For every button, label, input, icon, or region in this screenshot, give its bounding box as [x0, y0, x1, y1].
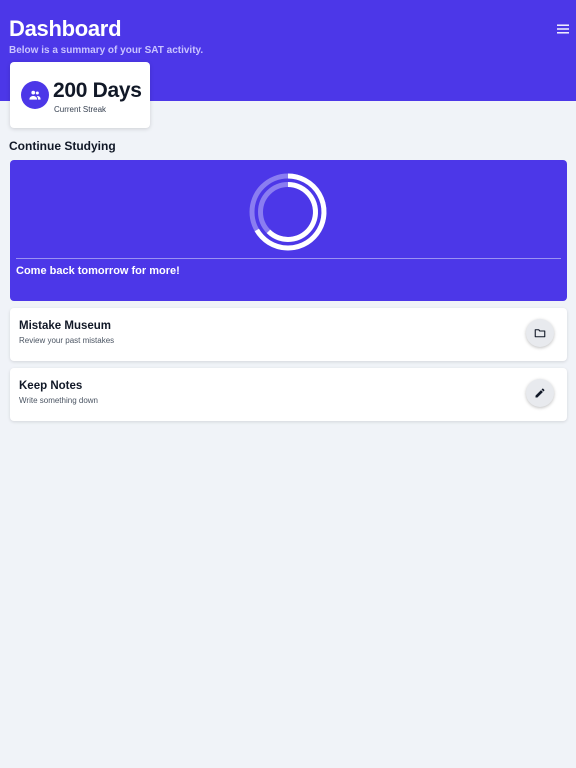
folder-icon [534, 329, 546, 338]
page-subtitle: Below is a summary of your SAT activity. [9, 45, 204, 56]
card-description: Write something down [19, 396, 98, 405]
menu-button[interactable] [555, 22, 571, 36]
progress-ring-icon [249, 173, 327, 251]
streak-label: Current Streak [54, 105, 107, 114]
users-icon [29, 90, 41, 100]
card-title: Mistake Museum [19, 320, 112, 332]
page-title: Dashboard [9, 16, 122, 41]
open-mistake-museum-button[interactable] [526, 319, 554, 347]
continue-studying-card[interactable]: Come back tomorrow for more! [10, 160, 567, 301]
study-message: Come back tomorrow for more! [16, 265, 180, 277]
mistake-museum-card[interactable]: Mistake Museum Review your past mistakes [10, 308, 567, 361]
section-title-continue-studying: Continue Studying [9, 139, 116, 153]
card-title: Keep Notes [19, 380, 83, 392]
hamburger-menu-icon [557, 24, 569, 34]
pencil-icon [535, 388, 545, 398]
study-card-divider [16, 258, 561, 259]
card-description: Review your past mistakes [19, 336, 115, 345]
streak-avatar [21, 81, 49, 109]
open-keep-notes-button[interactable] [526, 379, 554, 407]
keep-notes-card[interactable]: Keep Notes Write something down [10, 368, 567, 421]
streak-card: 200 Days Current Streak [10, 62, 150, 128]
streak-value: 200 Days [53, 79, 142, 102]
